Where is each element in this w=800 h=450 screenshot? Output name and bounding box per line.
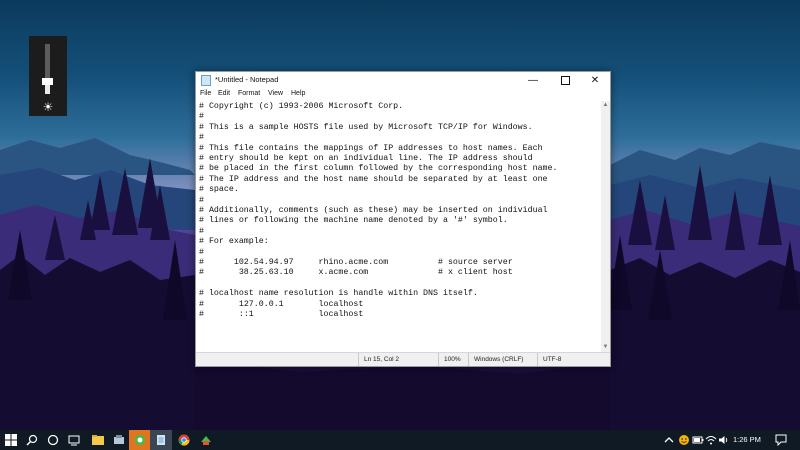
app-icon-2 (201, 436, 211, 445)
editor-line: # 38.25.63.10 x.acme.com # x client host (199, 268, 513, 278)
taskbar-file-explorer[interactable] (87, 430, 109, 450)
editor-line: # (199, 247, 204, 257)
encoding: UTF-8 (537, 353, 603, 366)
cursor-position: Ln 15, Col 2 (358, 353, 438, 366)
maximize-button[interactable] (550, 72, 580, 89)
brightness-slider-thumb[interactable] (42, 78, 53, 85)
cortana-icon (47, 434, 59, 446)
notepad-icon (157, 435, 165, 445)
editor-line: # The IP address and the host name shoul… (199, 174, 548, 184)
editor-line: # This is a sample HOSTS file used by Mi… (199, 122, 533, 132)
emoji-icon[interactable] (678, 434, 690, 446)
editor-line: # localhost name resolution is handle wi… (199, 289, 478, 299)
line-endings: Windows (CRLF) (468, 353, 534, 366)
wifi-icon[interactable] (705, 434, 717, 446)
app-icon (114, 435, 124, 444)
menu-help[interactable]: Help (291, 90, 305, 97)
notification-icon[interactable] (775, 434, 787, 446)
taskbar-app[interactable] (108, 430, 130, 450)
taskbar-chrome[interactable] (173, 430, 195, 450)
editor-line: # ::1 localhost (199, 310, 364, 319)
file-explorer-icon (92, 435, 104, 445)
taskbar-app-2[interactable] (195, 430, 217, 450)
editor-line: # (199, 112, 204, 122)
editor-line: # 127.0.0.1 localhost (199, 299, 364, 309)
title-bar[interactable]: *Untitled - Notepad — ✕ (196, 72, 610, 89)
menu-file[interactable]: File (200, 90, 211, 97)
menu-edit[interactable]: Edit (218, 90, 230, 97)
taskbar-chat-app[interactable] (129, 430, 151, 450)
scroll-up-icon[interactable]: ▲ (601, 101, 610, 110)
editor-line: # 102.54.94.97 rhino.acme.com # source s… (199, 258, 513, 267)
editor-line: # Copyright (c) 1993-2006 Microsoft Corp… (199, 102, 404, 111)
taskbar-notepad[interactable] (150, 430, 172, 450)
notepad-app-icon (201, 75, 211, 86)
chevron-up-icon[interactable] (663, 434, 675, 446)
editor-line: # (199, 226, 204, 236)
editor-line: # (199, 195, 204, 205)
desktop-wallpaper: ☀ *Untitled - Notepad — ✕ File Edit Form… (0, 0, 800, 430)
task-view-icon (68, 435, 80, 446)
start-button[interactable] (0, 430, 22, 450)
chrome-icon (178, 434, 190, 446)
volume-icon[interactable] (718, 434, 730, 446)
scroll-down-icon[interactable]: ▼ (601, 343, 610, 352)
editor-line: # Additionally, comments (such as these)… (199, 206, 548, 215)
editor-line: # This file contains the mappings of IP … (199, 143, 543, 153)
status-bar: Ln 15, Col 2 100% Windows (CRLF) UTF-8 (196, 352, 610, 366)
brightness-slider-track[interactable] (45, 44, 50, 94)
menu-bar: File Edit Format View Help (196, 89, 610, 101)
search-icon (26, 434, 38, 446)
system-clock[interactable]: 1:26 PM (733, 435, 761, 444)
menu-format[interactable]: Format (238, 90, 260, 97)
taskbar: 1:26 PM (0, 430, 800, 450)
task-view-button[interactable] (63, 430, 85, 450)
window-title: *Untitled - Notepad (215, 75, 279, 84)
start-icon (5, 434, 17, 446)
editor-line: # entry should be kept on an individual … (199, 154, 533, 163)
vertical-scrollbar[interactable]: ▲ ▼ (601, 101, 610, 352)
menu-view[interactable]: View (268, 90, 283, 97)
search-button[interactable] (21, 430, 43, 450)
close-button[interactable]: ✕ (580, 72, 610, 89)
text-editor[interactable]: # Copyright (c) 1993-2006 Microsoft Corp… (196, 101, 601, 352)
notepad-window: *Untitled - Notepad — ✕ File Edit Format… (195, 71, 611, 367)
editor-line: # space. (199, 185, 239, 195)
sun-icon: ☀ (42, 100, 54, 114)
chat-app-icon (135, 435, 145, 445)
editor-line: # (199, 133, 204, 143)
zoom-level: 100% (438, 353, 464, 366)
brightness-flyout: ☀ (29, 36, 67, 116)
editor-line: # be placed in the first column followed… (199, 164, 558, 174)
editor-line: # lines or following the machine name de… (199, 216, 508, 226)
minimize-button[interactable]: — (518, 72, 548, 89)
cortana-button[interactable] (42, 430, 64, 450)
battery-icon[interactable] (692, 434, 704, 446)
editor-line: # For example: (199, 237, 269, 247)
